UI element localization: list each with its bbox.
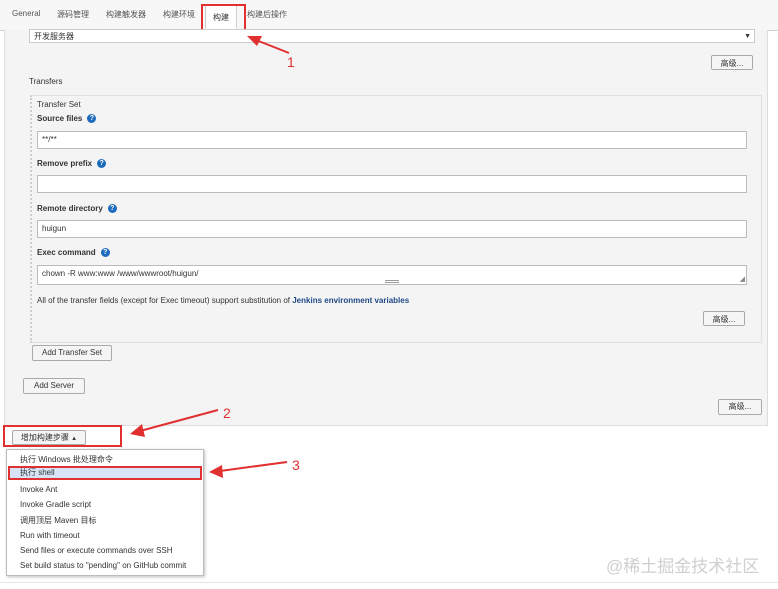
tab-bar: General 源码管理 构建触发器 构建环境 构建 构建后操作 [0, 0, 778, 31]
advanced-button-step[interactable]: 高级... [718, 399, 762, 415]
chevron-down-icon: ▼ [744, 33, 751, 40]
transfers-heading: Transfers [29, 77, 63, 86]
watermark: @稀土掘金技术社区 [606, 557, 760, 576]
tab-build-triggers[interactable]: 构建触发器 [106, 9, 146, 20]
menu-item-github-pending[interactable]: Set build status to "pending" on GitHub … [20, 561, 186, 570]
exec-command-value: chown -R www:www /www/wwwroot/huigun/ [42, 269, 199, 278]
exec-command-textarea[interactable]: chown -R www:www /www/wwwroot/huigun/ ◢ [37, 265, 747, 285]
add-transfer-set-button[interactable]: Add Transfer Set [32, 345, 112, 361]
source-files-label: Source files? [37, 114, 97, 124]
textarea-grip-icon[interactable] [385, 280, 399, 283]
substitution-note: All of the transfer fields (except for E… [37, 296, 409, 305]
remove-prefix-input[interactable] [37, 175, 747, 193]
menu-item-invoke-ant[interactable]: Invoke Ant [20, 485, 57, 494]
menu-item-run-with-timeout[interactable]: Run with timeout [20, 531, 80, 540]
resize-handle-icon[interactable]: ◢ [740, 276, 745, 283]
menu-item-execute-shell[interactable]: 执行 shell [8, 466, 202, 480]
substitution-note-text: All of the transfer fields (except for E… [37, 296, 293, 305]
remote-directory-label-text: Remote directory [37, 204, 103, 213]
ssh-server-select-value: 开发服务器 [34, 32, 74, 41]
transfer-set-heading: Transfer Set [37, 100, 81, 109]
callout-2: 2 [223, 405, 231, 421]
arrow-3 [209, 461, 288, 478]
tab-source-control[interactable]: 源码管理 [57, 9, 89, 20]
advanced-button-transfer[interactable]: 高级... [703, 311, 745, 326]
tab-post-build[interactable]: 构建后操作 [247, 9, 287, 20]
build-step-menu: 执行 Windows 批处理命令 执行 shell Invoke Ant Inv… [6, 449, 204, 576]
source-files-input[interactable]: **/** [37, 131, 747, 149]
ssh-server-select[interactable]: 开发服务器 ▼ [29, 29, 755, 43]
help-icon[interactable]: ? [107, 204, 117, 214]
advanced-button-server[interactable]: 高级... [711, 55, 753, 70]
help-icon[interactable]: ? [100, 248, 110, 258]
tab-build-environment[interactable]: 构建环境 [163, 9, 195, 20]
help-icon[interactable]: ? [87, 114, 97, 124]
menu-item-windows-batch[interactable]: 执行 Windows 批处理命令 [20, 454, 113, 465]
menu-item-invoke-gradle[interactable]: Invoke Gradle script [20, 500, 91, 509]
menu-item-send-over-ssh[interactable]: Send files or execute commands over SSH [20, 546, 173, 555]
callout-1: 1 [287, 54, 295, 70]
divider [0, 582, 778, 583]
callout-3: 3 [292, 457, 300, 473]
help-icon[interactable]: ? [97, 159, 107, 169]
remove-prefix-label: Remove prefix? [37, 159, 107, 169]
tab-general[interactable]: General [12, 9, 40, 18]
remote-directory-input[interactable]: huigun [37, 220, 747, 238]
remove-prefix-label-text: Remove prefix [37, 159, 93, 168]
remote-directory-label: Remote directory? [37, 204, 117, 214]
jenkins-env-vars-link[interactable]: Jenkins environment variables [292, 296, 409, 305]
highlight-box-add-step [3, 425, 122, 447]
source-files-label-text: Source files [37, 114, 83, 123]
menu-item-maven[interactable]: 调用顶层 Maven 目标 [20, 515, 96, 526]
add-server-button[interactable]: Add Server [23, 378, 85, 394]
exec-command-label-text: Exec command [37, 248, 96, 257]
exec-command-label: Exec command? [37, 248, 110, 258]
